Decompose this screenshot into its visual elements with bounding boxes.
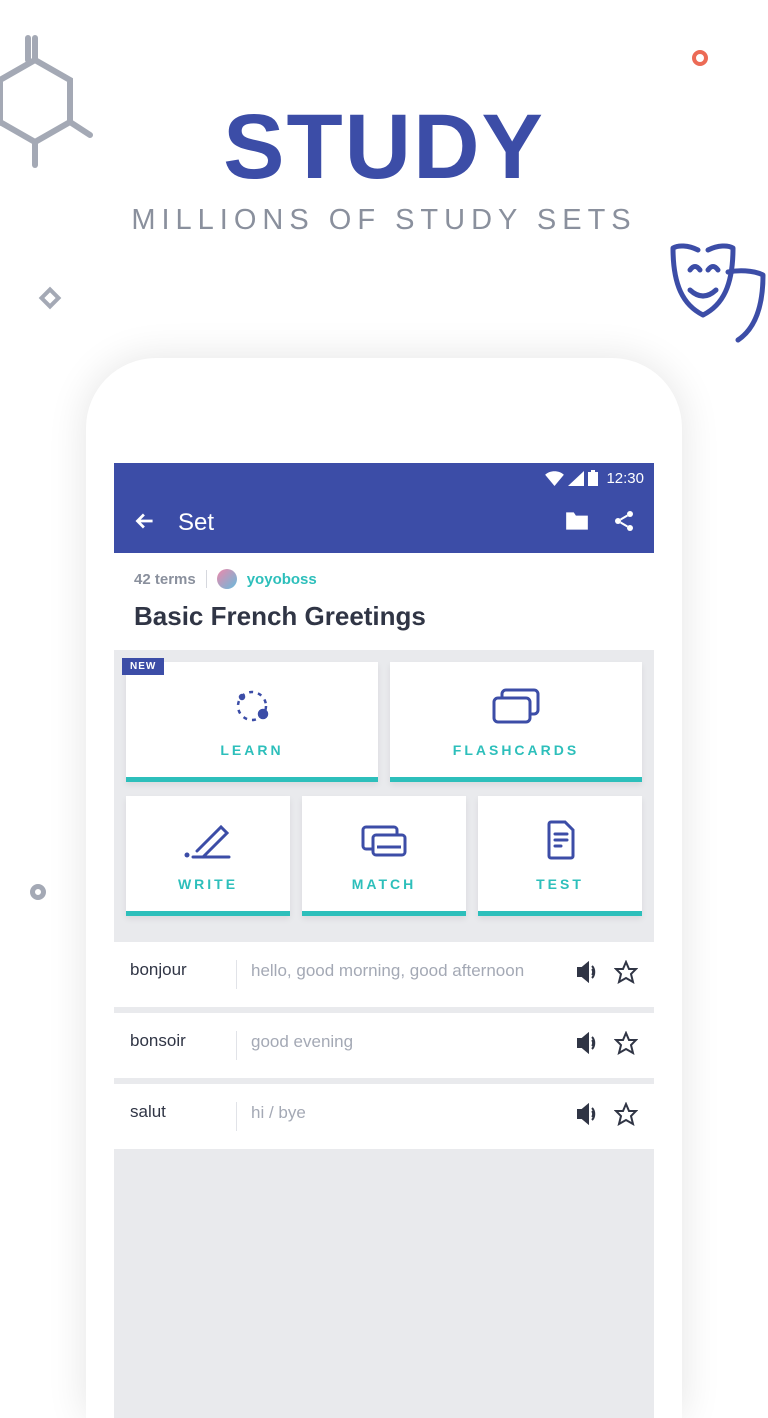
set-title: Basic French Greetings [134,601,634,632]
diamond-icon [39,287,62,310]
flashcards-icon [490,682,542,730]
term-definition: hello, good morning, good afternoon [251,960,562,983]
terms-list: bonjour hello, good morning, good aftern… [114,942,654,1149]
speaker-icon [576,1103,600,1125]
set-header: 42 terms yoyoboss Basic French Greetings [114,553,654,650]
back-button[interactable] [132,508,158,539]
phone-screen: 12:30 Set 42 terms yoyoboss Basic French… [114,463,654,1418]
signal-icon [568,471,584,486]
mode-flashcards[interactable]: FLASHCARDS [390,662,642,782]
star-button[interactable] [614,960,638,989]
speaker-icon [576,1032,600,1054]
mode-label: TEST [536,876,584,892]
learn-icon [230,682,274,730]
app-bar: Set [114,493,654,553]
mode-write[interactable]: WRITE [126,796,290,916]
folder-button[interactable] [564,510,590,537]
grey-circle-icon [30,884,46,900]
mode-label: LEARN [220,742,283,758]
term-definition: good evening [251,1031,562,1054]
audio-button[interactable] [576,1032,600,1059]
mode-label: FLASHCARDS [453,742,579,758]
term-count: 42 terms [134,571,196,588]
theater-masks-icon [668,230,768,360]
status-bar: 12:30 [114,463,654,493]
term-row[interactable]: bonjour hello, good morning, good aftern… [114,942,654,1007]
folder-icon [564,510,590,532]
meta-divider [206,570,207,588]
match-icon [359,816,409,864]
star-button[interactable] [614,1102,638,1131]
star-button[interactable] [614,1031,638,1060]
term-divider [236,1031,237,1060]
status-time: 12:30 [606,470,644,487]
audio-button[interactable] [576,961,600,988]
star-icon [614,1102,638,1126]
term-word: bonjour [130,960,222,980]
term-word: salut [130,1102,222,1122]
battery-icon [588,470,598,486]
set-meta: 42 terms yoyoboss [134,569,634,589]
mode-test[interactable]: TEST [478,796,642,916]
headline-subtitle: MILLIONS OF STUDY SETS [0,204,768,237]
marketing-headline: STUDY MILLIONS OF STUDY SETS [0,0,768,237]
app-bar-title: Set [178,509,564,537]
headline-title: STUDY [0,95,768,200]
write-icon [183,816,233,864]
speaker-icon [576,961,600,983]
new-badge: NEW [122,658,164,675]
mode-learn[interactable]: NEW LEARN [126,662,378,782]
share-icon [612,509,636,533]
phone-frame: 12:30 Set 42 terms yoyoboss Basic French… [86,358,682,1418]
mode-match[interactable]: MATCH [302,796,466,916]
test-icon [541,816,579,864]
term-row[interactable]: salut hi / bye [114,1084,654,1149]
star-icon [614,960,638,984]
term-word: bonsoir [130,1031,222,1051]
star-icon [614,1031,638,1055]
mode-label: MATCH [352,876,417,892]
term-row[interactable]: bonsoir good evening [114,1013,654,1078]
term-divider [236,960,237,989]
share-button[interactable] [612,509,636,538]
avatar[interactable] [217,569,237,589]
mode-label: WRITE [178,876,238,892]
term-definition: hi / bye [251,1102,562,1125]
study-modes: NEW LEARN FLASHCARDS [114,650,654,942]
audio-button[interactable] [576,1103,600,1130]
username-link[interactable]: yoyoboss [247,571,317,588]
term-divider [236,1102,237,1131]
wifi-icon [545,471,564,486]
arrow-left-icon [132,508,158,534]
